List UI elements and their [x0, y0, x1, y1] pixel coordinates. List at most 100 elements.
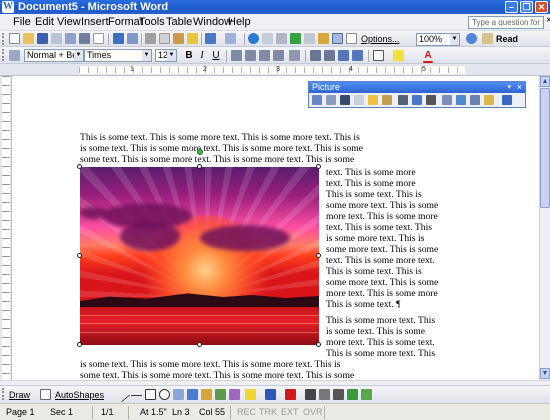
- bullets-icon[interactable]: [324, 50, 335, 61]
- email-icon[interactable]: [65, 33, 76, 44]
- menu-insert[interactable]: Insert: [81, 16, 109, 29]
- sunset-picture[interactable]: [80, 167, 319, 345]
- research-icon[interactable]: [127, 33, 138, 44]
- options-button[interactable]: Options...: [361, 33, 400, 45]
- 3d-style-icon[interactable]: [361, 389, 372, 400]
- format-picture-icon[interactable]: [470, 95, 480, 105]
- toolbar-grip[interactable]: [2, 388, 5, 400]
- line-style-icon[interactable]: [426, 95, 436, 105]
- menu-table[interactable]: Table: [166, 16, 192, 29]
- shadow-style-icon[interactable]: [347, 389, 358, 400]
- drawing-icon[interactable]: [318, 33, 329, 44]
- decrease-indent-icon[interactable]: [338, 50, 349, 61]
- increase-indent-icon[interactable]: [352, 50, 363, 61]
- document-map-icon[interactable]: [332, 33, 343, 44]
- toolbar-grip[interactable]: [2, 49, 5, 61]
- color-icon[interactable]: [326, 95, 336, 105]
- menu-file[interactable]: File: [13, 16, 31, 29]
- align-left-icon[interactable]: [231, 50, 242, 61]
- align-right-icon[interactable]: [259, 50, 270, 61]
- menu-edit[interactable]: Edit: [35, 16, 54, 29]
- zoom-select[interactable]: 100% ▼: [416, 33, 460, 46]
- align-center-icon[interactable]: [245, 50, 256, 61]
- picture-toolbar-titlebar[interactable]: Picture ▾ ×: [309, 82, 525, 93]
- scroll-up-icon[interactable]: ▲: [540, 76, 550, 87]
- insert-picture-icon[interactable]: [312, 95, 322, 105]
- document-page[interactable]: This is some text. This is some more tex…: [12, 76, 539, 380]
- insert-excel-icon[interactable]: [290, 33, 301, 44]
- restore-button[interactable]: ❐: [520, 1, 533, 13]
- insert-picture-icon[interactable]: [229, 389, 240, 400]
- help-icon[interactable]: [466, 33, 477, 44]
- scroll-down-icon[interactable]: ▼: [540, 368, 550, 379]
- font-size-select[interactable]: 12 ▼: [155, 49, 177, 62]
- line-style-icon[interactable]: [305, 389, 316, 400]
- arrow-tool-icon[interactable]: [131, 395, 142, 396]
- print-icon[interactable]: [79, 33, 90, 44]
- show-hide-icon[interactable]: [346, 33, 357, 44]
- redo-icon[interactable]: [225, 33, 236, 44]
- menu-view[interactable]: View: [57, 16, 81, 29]
- undo-icon[interactable]: [205, 33, 216, 44]
- compress-icon[interactable]: [442, 95, 452, 105]
- font-color-icon[interactable]: [285, 389, 296, 400]
- underline-button[interactable]: U: [211, 50, 221, 61]
- print-preview-icon[interactable]: [93, 33, 104, 44]
- vertical-ruler[interactable]: [0, 76, 12, 380]
- line-spacing-icon[interactable]: [289, 50, 300, 61]
- bold-button[interactable]: B: [184, 50, 194, 61]
- rectangle-tool-icon[interactable]: [145, 389, 156, 400]
- resize-handle[interactable]: [316, 342, 321, 347]
- paste-icon[interactable]: [173, 33, 184, 44]
- select-objects-icon[interactable]: [40, 389, 51, 400]
- scroll-thumb[interactable]: [540, 88, 550, 208]
- hyperlink-icon[interactable]: [248, 33, 259, 44]
- status-ext[interactable]: EXT: [281, 407, 299, 418]
- toolbar-grip[interactable]: [2, 33, 5, 45]
- document-close-icon[interactable]: ×: [546, 15, 550, 26]
- rotate-handle[interactable]: [197, 149, 203, 155]
- copy-icon[interactable]: [159, 33, 170, 44]
- chevron-down-icon[interactable]: ▼: [142, 50, 151, 61]
- diagram-icon[interactable]: [201, 389, 212, 400]
- set-transparent-icon[interactable]: [484, 95, 494, 105]
- close-icon[interactable]: ×: [517, 82, 522, 93]
- close-button[interactable]: ✕: [535, 1, 548, 13]
- wordart-icon[interactable]: [187, 389, 198, 400]
- menu-tools[interactable]: Tools: [139, 16, 165, 29]
- text-wrapping-icon[interactable]: [456, 95, 466, 105]
- status-rec[interactable]: REC: [237, 407, 256, 418]
- status-ovr[interactable]: OVR: [303, 407, 323, 418]
- resize-handle[interactable]: [77, 253, 82, 258]
- crop-icon[interactable]: [398, 95, 408, 105]
- fill-color-icon[interactable]: [245, 389, 256, 400]
- insert-table-icon[interactable]: [276, 33, 287, 44]
- resize-handle[interactable]: [77, 164, 82, 169]
- chevron-down-icon[interactable]: ▼: [450, 34, 459, 45]
- style-select[interactable]: Normal + Befor ▼: [24, 49, 84, 62]
- resize-handle[interactable]: [316, 253, 321, 258]
- line-tool-icon[interactable]: [114, 386, 131, 403]
- font-select[interactable]: Times ▼: [84, 49, 152, 62]
- status-trk[interactable]: TRK: [259, 407, 277, 418]
- more-contrast-icon[interactable]: [340, 95, 350, 105]
- highlight-icon[interactable]: [393, 50, 404, 61]
- resize-handle[interactable]: [316, 164, 321, 169]
- chevron-down-icon[interactable]: ▾: [507, 82, 511, 93]
- oval-tool-icon[interactable]: [159, 389, 170, 400]
- menu-help[interactable]: Help: [228, 16, 251, 29]
- font-color-button[interactable]: A: [423, 50, 433, 61]
- read-button[interactable]: Read: [496, 33, 518, 45]
- read-icon[interactable]: [482, 33, 493, 44]
- word-app-icon[interactable]: W: [2, 1, 14, 13]
- numbering-icon[interactable]: [310, 50, 321, 61]
- spelling-icon[interactable]: [113, 33, 124, 44]
- chevron-down-icon[interactable]: ▼: [167, 50, 176, 61]
- help-question-input[interactable]: Type a question for help: [468, 16, 544, 29]
- dash-style-icon[interactable]: [319, 389, 330, 400]
- more-brightness-icon[interactable]: [368, 95, 378, 105]
- autoshapes-menu-button[interactable]: AutoShapes: [55, 389, 104, 401]
- menu-format[interactable]: Format: [108, 16, 143, 29]
- less-contrast-icon[interactable]: [354, 95, 364, 105]
- line-color-icon[interactable]: [265, 389, 276, 400]
